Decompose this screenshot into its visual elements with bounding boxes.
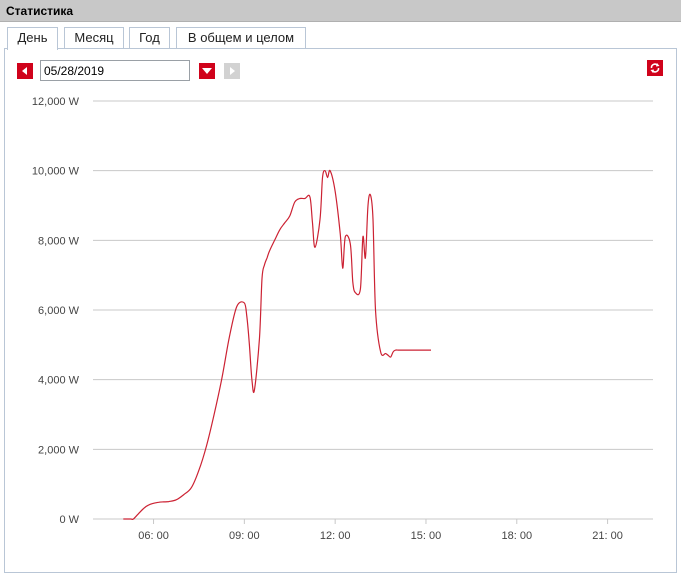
window-titlebar: Статистика (0, 0, 681, 22)
tab-year[interactable]: Год (129, 27, 170, 49)
tab-month[interactable]: Месяц (64, 27, 124, 49)
date-field[interactable] (40, 60, 190, 81)
arrow-right-icon (230, 67, 235, 75)
refresh-icon (650, 63, 660, 73)
next-day-button[interactable] (224, 63, 240, 79)
refresh-button[interactable] (647, 60, 663, 76)
window-title: Статистика (6, 4, 74, 18)
chevron-down-icon (202, 68, 212, 74)
chart-panel (4, 48, 677, 573)
prev-day-button[interactable] (17, 63, 33, 79)
tab-total[interactable]: В общем и целом (176, 27, 306, 49)
tab-day[interactable]: День (7, 27, 58, 50)
arrow-left-icon (22, 67, 27, 75)
calendar-dropdown-button[interactable] (199, 63, 215, 79)
